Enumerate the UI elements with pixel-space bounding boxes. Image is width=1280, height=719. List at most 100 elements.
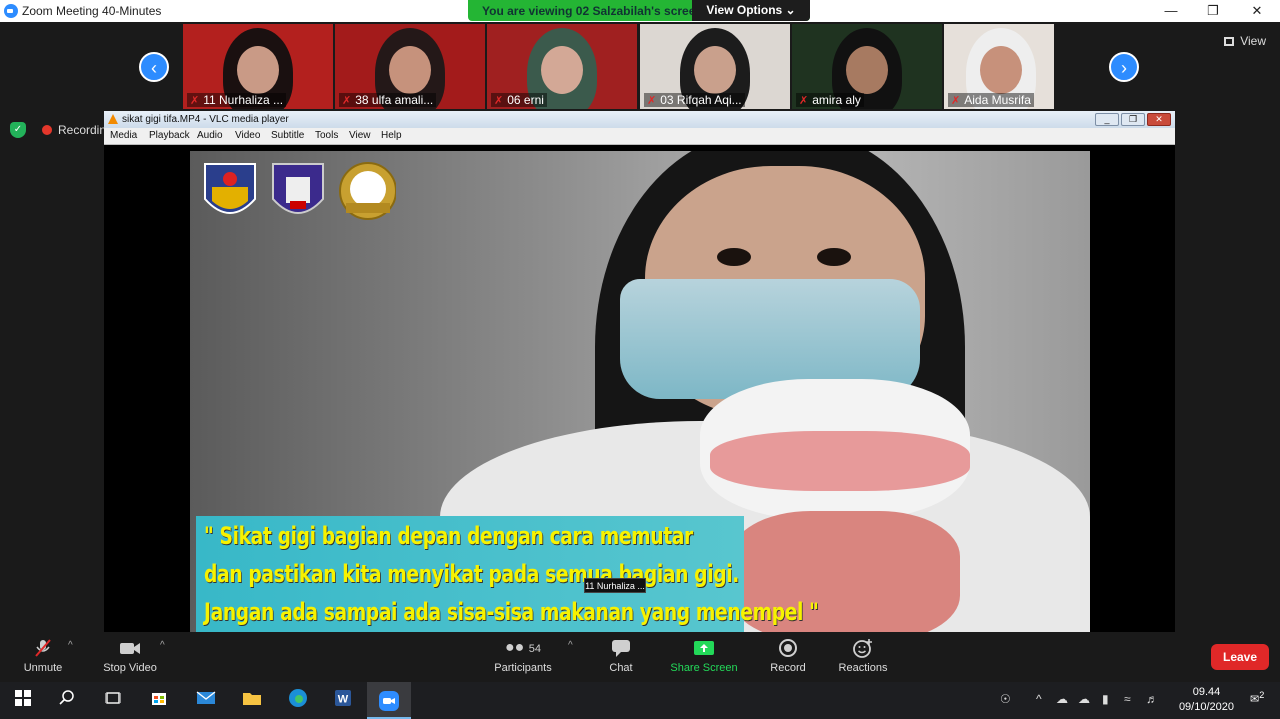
- record-button[interactable]: Record: [766, 638, 810, 674]
- close-button[interactable]: ✕: [1234, 0, 1280, 22]
- school-logo-1: [204, 163, 256, 214]
- subtitle-line-2: dan pastikan kita menyikat pada semua ba…: [204, 560, 739, 588]
- share-screen-button[interactable]: Share Screen: [668, 638, 740, 674]
- unmute-label: Unmute: [23, 662, 63, 674]
- participant-tile[interactable]: ✗ amira aly: [792, 24, 942, 109]
- viewing-banner-text: You are viewing 02 Salzabilah's screen: [482, 4, 703, 18]
- svg-text:W: W: [338, 694, 349, 706]
- word-icon[interactable]: W: [330, 688, 356, 714]
- encryption-shield-icon[interactable]: ✓: [10, 122, 26, 138]
- view-button[interactable]: View: [1224, 34, 1266, 48]
- vlc-cone-icon: [108, 114, 118, 124]
- vlc-window: sikat gigi tifa.MP4 - VLC media player _…: [104, 111, 1175, 632]
- presenter-left-eye: [717, 248, 751, 266]
- vlc-titlebar: sikat gigi tifa.MP4 - VLC media player _…: [104, 111, 1175, 128]
- file-explorer-icon[interactable]: [239, 688, 265, 714]
- unmute-button[interactable]: Unmute: [20, 638, 66, 674]
- show-hidden-icons-caret[interactable]: ^: [1036, 692, 1042, 706]
- recording-indicator[interactable]: Recording: [42, 123, 104, 137]
- gallery-prev-button[interactable]: ‹: [139, 52, 169, 82]
- participants-count: 54: [528, 643, 542, 655]
- participant-face: [389, 46, 431, 94]
- participants-button[interactable]: ●● 54 Participants: [492, 638, 554, 674]
- notification-count: 2: [1259, 690, 1265, 700]
- stop-video-label: Stop Video: [103, 662, 157, 674]
- school-logo-2: [272, 163, 324, 214]
- cloud-backup-icon[interactable]: ☁: [1078, 692, 1090, 706]
- zoom-taskbar-icon[interactable]: [367, 682, 411, 719]
- chat-button[interactable]: Chat: [604, 638, 638, 674]
- participant-tile[interactable]: ✗ 38 ulfa amali...: [335, 24, 485, 109]
- participant-name: ✗ 38 ulfa amali...: [339, 93, 437, 107]
- system-clock[interactable]: 09.44 09/10/2020: [1179, 685, 1234, 715]
- microsoft-store-icon[interactable]: [146, 688, 172, 714]
- record-label: Record: [770, 662, 806, 674]
- participant-name: ✗ Aida Musrifa: [948, 93, 1034, 107]
- participants-label: Participants: [494, 662, 552, 674]
- clock-date: 09/10/2020: [1178, 701, 1234, 713]
- view-label: View: [1240, 34, 1266, 48]
- edge-browser-icon[interactable]: [285, 688, 311, 714]
- vlc-menu-audio[interactable]: Audio: [197, 130, 223, 141]
- chat-label: Chat: [609, 662, 633, 674]
- participant-tile[interactable]: ✗ 11 Nurhaliza ...: [183, 24, 333, 109]
- participant-name: ✗ 11 Nurhaliza ...: [187, 93, 287, 107]
- video-options-caret[interactable]: ^: [160, 640, 165, 651]
- vlc-close-button[interactable]: ✕: [1147, 113, 1171, 126]
- vlc-restore-button[interactable]: ❐: [1121, 113, 1145, 126]
- vlc-menu-subtitle[interactable]: Subtitle: [271, 130, 304, 141]
- task-view-icon[interactable]: [100, 688, 126, 714]
- vlc-menu-view[interactable]: View: [349, 130, 371, 141]
- meeting-controls: Unmute ^ Stop Video ^ ●● 54 Participants…: [0, 632, 1280, 682]
- vlc-menu-tools[interactable]: Tools: [315, 130, 338, 141]
- volume-icon[interactable]: ♬: [1146, 692, 1158, 706]
- reactions-button[interactable]: Reactions: [836, 638, 890, 674]
- participant-name-text: 06 erni: [507, 93, 544, 107]
- search-icon[interactable]: [54, 688, 80, 714]
- people-icon[interactable]: ☉: [1000, 692, 1011, 706]
- vlc-menubar: Media Playback Audio Video Subtitle Tools View…: [104, 128, 1175, 145]
- gallery-next-button[interactable]: ›: [1109, 52, 1139, 82]
- vlc-menu-help[interactable]: Help: [381, 130, 402, 141]
- participant-name: ✗ amira aly: [796, 93, 864, 107]
- dental-model-gum-upper: [710, 431, 970, 491]
- vlc-minimize-button[interactable]: _: [1095, 113, 1119, 126]
- participant-tile[interactable]: ✗ Aida Musrifa: [944, 24, 1054, 109]
- grid-icon: [1224, 37, 1235, 46]
- participant-tile[interactable]: ✗ 03 Rifqah Aqi...: [640, 24, 790, 109]
- participant-name-text: Aida Musrifa: [964, 93, 1031, 107]
- vlc-menu-media[interactable]: Media: [110, 130, 137, 141]
- subtitle-line-1: " Sikat gigi bagian depan dengan cara me…: [204, 522, 693, 550]
- mail-icon[interactable]: [193, 688, 219, 714]
- gallery-strip: ‹ ✗ 11 Nurhaliza ... ✗ 38 ulfa amali... ✗ 06 …: [0, 22, 1280, 110]
- speaker-name-tooltip: 11 Nurhaliza ...: [584, 578, 646, 593]
- vlc-menu-video[interactable]: Video: [235, 130, 260, 141]
- smiley-plus-icon: [836, 638, 890, 658]
- reactions-label: Reactions: [838, 662, 888, 674]
- restore-button[interactable]: ❐: [1190, 0, 1236, 22]
- chat-bubble-icon: [604, 638, 638, 658]
- record-dot-icon: [42, 125, 52, 135]
- participant-face: [237, 46, 279, 94]
- wifi-icon[interactable]: ≈: [1124, 692, 1131, 706]
- battery-icon[interactable]: ▮: [1102, 692, 1109, 706]
- vlc-menu-playback[interactable]: Playback: [149, 130, 190, 141]
- view-options-button[interactable]: View Options ⌄: [692, 0, 810, 21]
- participant-name: ✗ 03 Rifqah Aqi...: [644, 93, 745, 107]
- microphone-muted-icon: [20, 638, 66, 658]
- muted-mic-icon: ✗: [951, 95, 961, 107]
- video-frame[interactable]: " Sikat gigi bagian depan dengan cara me…: [190, 151, 1090, 632]
- participant-tile[interactable]: ✗ 06 erni: [487, 24, 637, 109]
- start-windows-icon[interactable]: [10, 688, 36, 714]
- leave-button[interactable]: Leave: [1211, 644, 1269, 670]
- audio-options-caret[interactable]: ^: [68, 640, 73, 651]
- participant-name-text: 11 Nurhaliza ...: [203, 93, 284, 107]
- muted-mic-icon: ✗: [647, 95, 657, 107]
- cloud-sync-icon[interactable]: ☁: [1056, 692, 1068, 706]
- award-badge-logo: [339, 162, 396, 220]
- stop-video-button[interactable]: Stop Video: [100, 638, 160, 674]
- participants-caret[interactable]: ^: [568, 640, 573, 651]
- minimize-button[interactable]: —: [1148, 0, 1194, 22]
- notification-center-icon[interactable]: ✉2: [1250, 690, 1270, 710]
- record-icon: [766, 638, 810, 658]
